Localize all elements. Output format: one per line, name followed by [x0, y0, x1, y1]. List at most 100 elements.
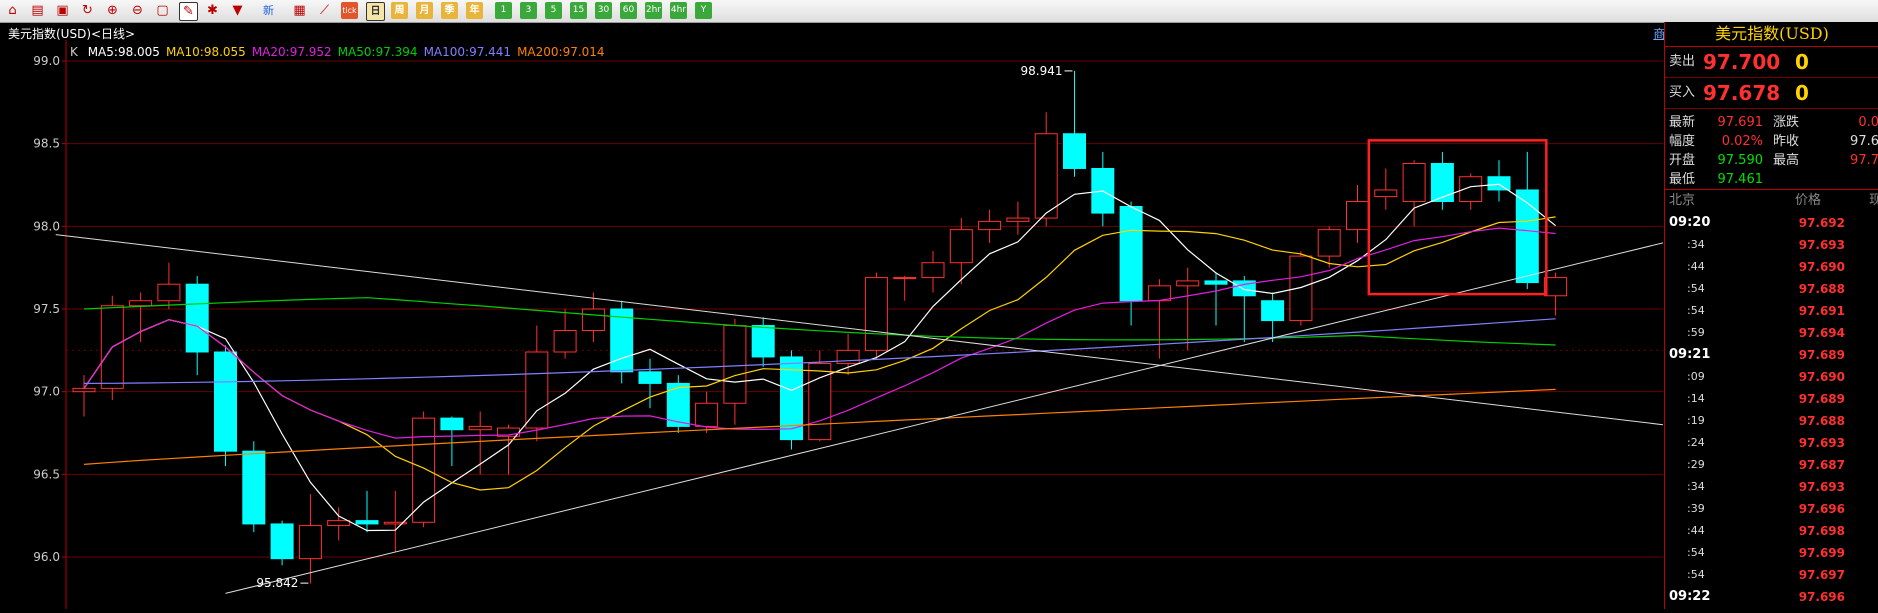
tick-time: :54	[1687, 546, 1705, 559]
tick-price: 97.692	[1798, 216, 1845, 230]
tick-row[interactable]: :19 97.688	[1665, 410, 1878, 432]
folder-icon[interactable]: ▤	[29, 2, 46, 19]
interval-button-1[interactable]: 1	[495, 2, 512, 19]
tick-row[interactable]: :24 97.693	[1665, 432, 1878, 454]
candle-body	[1487, 176, 1511, 191]
table-icon[interactable]: ▦	[291, 2, 308, 19]
candle-body	[1402, 163, 1426, 203]
candle-body	[1374, 189, 1398, 198]
line-chart-icon[interactable]: ⟋	[316, 2, 333, 19]
ma-legend: K MA5:98.005 MA10:98.055 MA20:97.952 MA50:9…	[70, 45, 617, 59]
quote-panel: 美元指数(USD) 卖出 97.700 0 买入 97.678 0 最新 97.…	[1664, 22, 1878, 609]
interval-button-9[interactable]: Y	[695, 2, 712, 19]
interval-button-2[interactable]: 3	[520, 2, 537, 19]
candlestick-chart[interactable]: 99.0 98.5 98.0 97.5 97.0 96.5 96.0 98.941 95.842	[0, 22, 1664, 609]
sell-label: 卖出	[1669, 54, 1696, 69]
period-button-2[interactable]: 周	[391, 2, 408, 19]
candle-body	[553, 329, 577, 353]
tick-row[interactable]: :54 97.691	[1665, 300, 1878, 322]
candle-body	[185, 283, 209, 353]
tick-price: 97.689	[1798, 392, 1845, 406]
tick-row[interactable]: :54 97.697	[1665, 564, 1878, 586]
refresh-icon[interactable]: ↻	[79, 2, 96, 19]
buy-row: 买入 97.678 0	[1665, 78, 1878, 109]
tick-price: 97.691	[1798, 304, 1845, 318]
candle-body	[129, 300, 153, 307]
tick-row[interactable]: 09:21 97.689	[1665, 344, 1878, 366]
tick-time: :54	[1687, 304, 1705, 317]
stat-row-amplitude: 幅度 0.02% 昨收 97.6	[1665, 132, 1878, 151]
tick-row[interactable]: :29 97.687	[1665, 454, 1878, 476]
candle-body	[864, 277, 888, 351]
candle-body	[440, 417, 464, 431]
ma-legend-item: MA5:98.005	[87, 45, 160, 59]
paint-icon[interactable]: ✱	[204, 2, 221, 19]
interval-button-8[interactable]: 4hr	[670, 2, 687, 19]
tick-time: :29	[1687, 458, 1705, 471]
window-icon[interactable]: ▢	[154, 2, 171, 19]
stat-row-low: 最低 97.461	[1665, 170, 1878, 189]
candle-body	[723, 325, 747, 404]
quote-title: 美元指数(USD)	[1665, 22, 1878, 47]
chart-canvas[interactable]: 99.0 98.5 98.0 97.5 97.0 96.5 96.0 98.941 95.842	[0, 22, 1664, 609]
stat-row-open: 开盘 97.590 最高 97.7	[1665, 151, 1878, 170]
candle-body	[638, 371, 662, 384]
interval-button-4[interactable]: 15	[570, 2, 587, 19]
candle-body	[355, 520, 379, 525]
ma-legend-item: MA100:97.441	[423, 45, 512, 59]
tick-row[interactable]: :54 97.688	[1665, 278, 1878, 300]
candle-body	[921, 262, 945, 279]
home-icon[interactable]: ⌂	[4, 2, 21, 19]
filter-icon[interactable]: ▼	[229, 2, 246, 19]
candle-body	[610, 308, 634, 373]
candle-body	[1063, 133, 1086, 169]
buy-volume: 0	[1795, 81, 1809, 105]
interval-button-3[interactable]: 5	[545, 2, 562, 19]
tick-price: 97.696	[1798, 590, 1845, 604]
y-tick-label: 99.0	[33, 54, 60, 68]
tick-row[interactable]: :54 97.699	[1665, 542, 1878, 564]
tick-time: :14	[1687, 392, 1705, 405]
tick-row[interactable]: :34 97.693	[1665, 234, 1878, 256]
tick-row[interactable]: :44 97.698	[1665, 520, 1878, 542]
tick-row[interactable]: 09:20 97.692	[1665, 212, 1878, 234]
interval-button-5[interactable]: 30	[595, 2, 612, 19]
tick-icon[interactable]: tick	[341, 2, 358, 19]
candle-body	[270, 523, 294, 560]
amplitude-value: 0.02%	[1721, 134, 1763, 149]
candle-body	[949, 229, 973, 264]
tick-list[interactable]: 09:20 97.692:34 97.693:44 97.690:54 97.688:5…	[1665, 212, 1878, 608]
candle-body	[893, 277, 917, 280]
period-button-1[interactable]: 日	[366, 2, 385, 21]
tick-row[interactable]: :44 97.690	[1665, 256, 1878, 278]
period-button-3[interactable]: 月	[416, 2, 433, 19]
low-value: 97.461	[1717, 172, 1764, 187]
interval-button-7[interactable]: 2hr	[645, 2, 662, 19]
tick-price: 97.693	[1798, 436, 1845, 450]
interval-button-6[interactable]: 60	[620, 2, 637, 19]
tick-row[interactable]: :09 97.690	[1665, 366, 1878, 388]
tick-row[interactable]: :59 97.694	[1665, 322, 1878, 344]
new-icon[interactable]: 新	[260, 2, 277, 19]
zoom-out-icon[interactable]: ⊖	[129, 2, 146, 19]
tick-row[interactable]: 09:22 97.696	[1665, 586, 1878, 608]
ma-prefix: K	[70, 45, 78, 59]
candle-body	[1119, 205, 1143, 302]
prev-close-label: 昨收	[1773, 134, 1800, 149]
candle-body	[412, 417, 436, 523]
tick-header: 北京 价格 现	[1665, 189, 1878, 212]
tick-row[interactable]: :14 97.689	[1665, 388, 1878, 410]
candle-body	[1261, 300, 1285, 322]
candle-body	[72, 387, 96, 393]
news-icon[interactable]: ▣	[54, 2, 71, 19]
candle-body	[242, 450, 266, 525]
period-button-4[interactable]: 季	[441, 2, 458, 19]
tick-row[interactable]: :39 97.696	[1665, 498, 1878, 520]
candle-body	[1176, 280, 1200, 287]
draw-pen-icon[interactable]: ✎	[179, 2, 198, 21]
tick-row[interactable]: :34 97.693	[1665, 476, 1878, 498]
zoom-in-icon[interactable]: ⊕	[104, 2, 121, 19]
y-tick-label: 98.0	[33, 219, 60, 233]
period-button-5[interactable]: 年	[466, 2, 483, 19]
tick-time: :34	[1687, 480, 1705, 493]
